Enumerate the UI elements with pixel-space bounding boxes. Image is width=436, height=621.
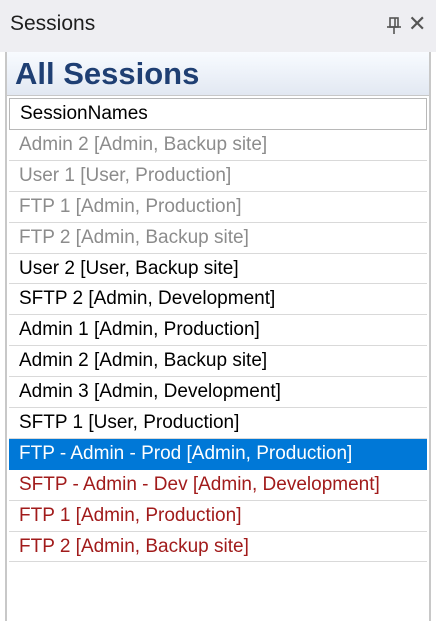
column-header-session-names[interactable]: SessionNames <box>9 98 427 130</box>
session-row[interactable]: FTP 1 [Admin, Production] <box>9 192 427 223</box>
session-row[interactable]: Admin 1 [Admin, Production] <box>9 315 427 347</box>
session-row[interactable]: User 1 [User, Production] <box>9 161 427 192</box>
session-row[interactable]: FTP 1 [Admin, Production] <box>9 501 427 532</box>
session-row[interactable]: FTP - Admin - Prod [Admin, Production] <box>9 438 427 470</box>
panel-title: Sessions <box>10 12 96 35</box>
all-sessions-header: All Sessions <box>7 52 429 96</box>
column-header-label: SessionNames <box>20 103 148 124</box>
pin-icon[interactable] <box>386 17 402 35</box>
session-row[interactable]: User 2 [User, Backup site] <box>9 254 427 285</box>
session-row[interactable]: SFTP 2 [Admin, Development] <box>9 284 427 316</box>
all-sessions-title: All Sessions <box>15 56 200 91</box>
session-row[interactable]: SFTP - Admin - Dev [Admin, Development] <box>9 470 427 501</box>
session-list: Admin 2 [Admin, Backup site] User 1 [User… <box>9 130 427 563</box>
pin-icon-graphic <box>387 17 401 34</box>
session-row[interactable]: SFTP 1 [User, Production] <box>9 408 427 439</box>
session-row[interactable]: Admin 2 [Admin, Backup site] <box>9 346 427 378</box>
session-row[interactable]: Admin 3 [Admin, Development] <box>9 377 427 409</box>
session-row[interactable]: FTP 2 [Admin, Backup site] <box>9 223 427 254</box>
sessions-panel: Sessions ✕ All Sessions SessionNames Adm… <box>0 0 436 621</box>
close-icon[interactable]: ✕ <box>408 13 426 35</box>
session-row[interactable]: FTP 2 [Admin, Backup site] <box>9 532 427 563</box>
sessions-content: All Sessions SessionNames Admin 2 [Admin… <box>5 52 431 621</box>
session-row[interactable]: Admin 2 [Admin, Backup site] <box>9 130 427 161</box>
panel-titlebar: Sessions ✕ <box>0 0 436 52</box>
